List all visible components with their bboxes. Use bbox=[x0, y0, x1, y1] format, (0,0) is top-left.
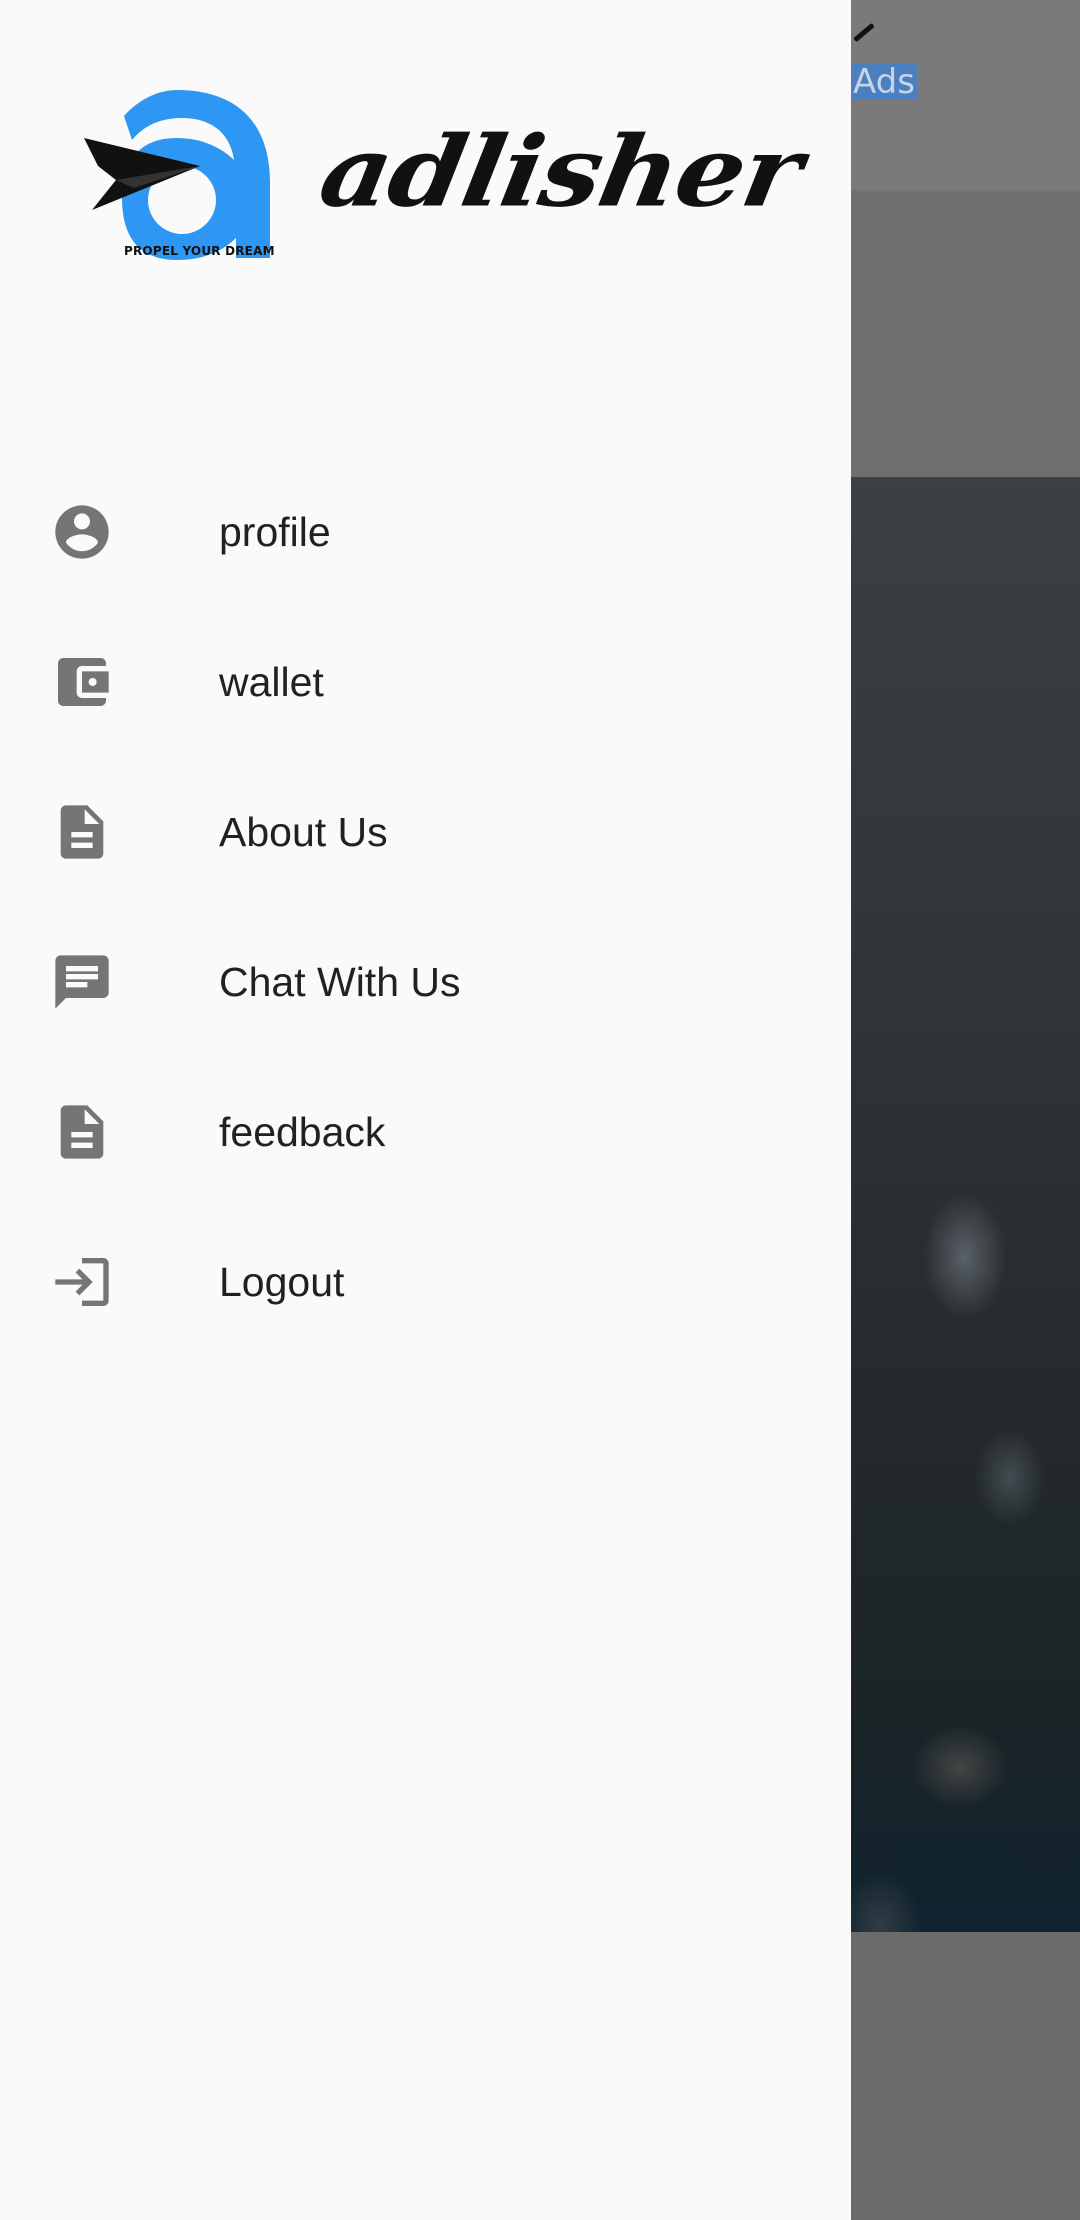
drawer-item-profile[interactable]: profile bbox=[0, 457, 851, 607]
document-icon bbox=[50, 800, 114, 864]
drawer-header: PROPEL YOUR DREAM adlisher bbox=[0, 0, 851, 330]
drawer-item-label: About Us bbox=[219, 809, 388, 855]
drawer-item-logout[interactable]: Logout bbox=[0, 1207, 851, 1357]
chat-icon bbox=[50, 950, 114, 1014]
navigation-drawer: PROPEL YOUR DREAM adlisher profile walle… bbox=[0, 0, 851, 2220]
drawer-item-about-us[interactable]: About Us bbox=[0, 757, 851, 907]
drawer-item-label: profile bbox=[219, 509, 331, 555]
logout-icon bbox=[50, 1250, 114, 1314]
account-circle-icon bbox=[50, 500, 114, 564]
drawer-item-label: Logout bbox=[219, 1259, 345, 1305]
drawer-item-label: Chat With Us bbox=[219, 959, 461, 1005]
drawer-item-feedback[interactable]: feedback bbox=[0, 1057, 851, 1207]
screen: Ads PROPEL YOUR DREAM adlisher profile w… bbox=[0, 0, 1080, 2220]
drawer-item-label: feedback bbox=[219, 1109, 386, 1155]
drawer-menu: profile wallet About Us Chat With Us fee… bbox=[0, 457, 851, 1357]
drawer-item-wallet[interactable]: wallet bbox=[0, 607, 851, 757]
logo-tagline: PROPEL YOUR DREAM bbox=[124, 244, 275, 258]
document-icon bbox=[50, 1100, 114, 1164]
adlisher-logo bbox=[82, 88, 272, 263]
brand-name: adlisher bbox=[312, 115, 809, 229]
drawer-item-label: wallet bbox=[219, 659, 324, 705]
drawer-item-chat-with-us[interactable]: Chat With Us bbox=[0, 907, 851, 1057]
wallet-icon bbox=[50, 650, 114, 714]
